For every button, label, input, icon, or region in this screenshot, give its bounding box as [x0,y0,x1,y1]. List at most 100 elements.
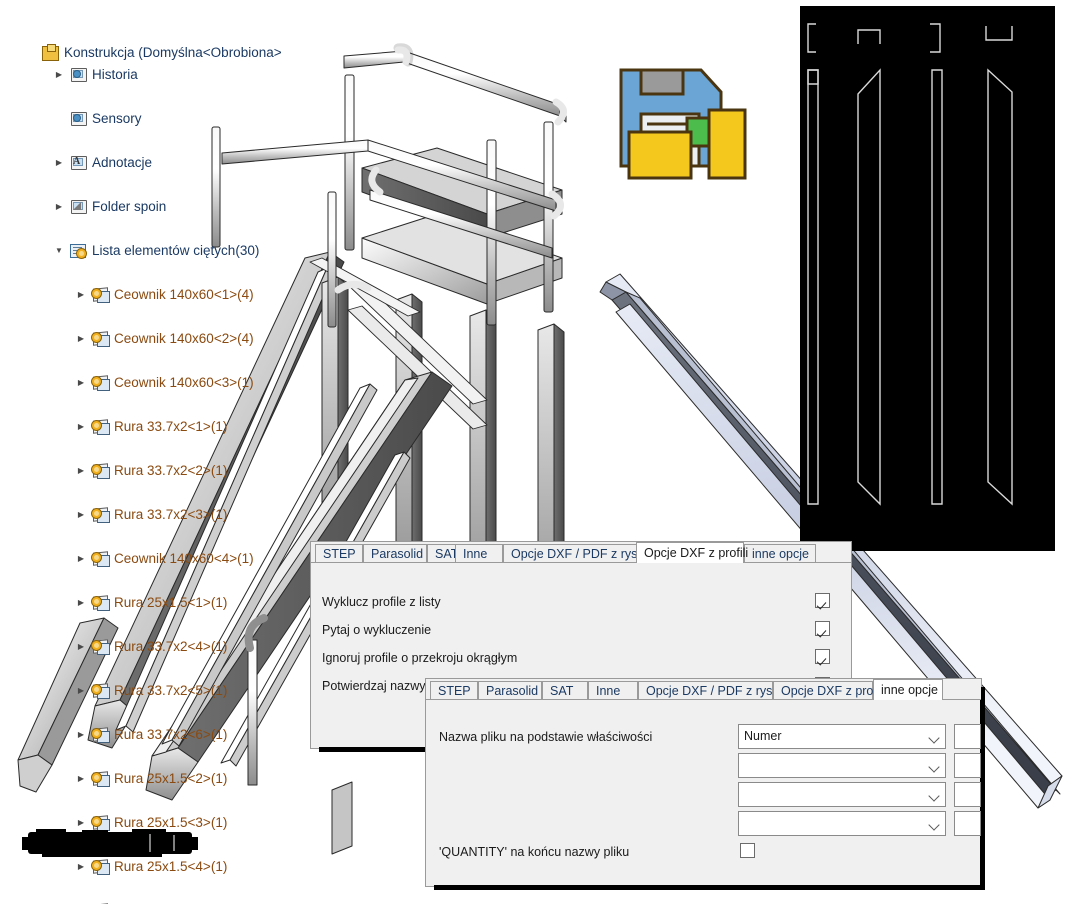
tab-step[interactable]: STEP [315,544,363,562]
tree-item-label: Rura 33.7x2<6>(1) [114,727,228,742]
tree-root-label: Konstrukcja (Domyślna<Obrobiona> [64,45,282,60]
chevron-right-icon[interactable]: ▶ [54,64,64,86]
tree-item[interactable]: ▶ A Adnotacje [40,152,340,174]
dialog2-body: Nazwa pliku na podstawie właściwości Num… [427,700,981,885]
dialog1-tabstrip[interactable]: STEP Parasolid SAT Inne Opcje DXF / PDF … [311,542,851,563]
tree-item[interactable]: ▶ Rura 33.7x2<1>(1) [40,416,340,438]
tree-item[interactable]: ▶ Rura 33.7x2<2>(1) [40,460,340,482]
cut-list-item-icon [92,594,110,611]
chevron-right-icon[interactable]: ▶ [76,768,86,790]
chevron-down-icon[interactable]: ▼ [54,240,64,262]
textbox-property-4[interactable] [954,811,981,836]
tree-item[interactable]: ▶ Rura 25x1.5<2>(1) [40,768,340,790]
dropdown-property-2[interactable] [738,753,946,778]
tab-inne[interactable]: Inne [455,544,503,562]
chevron-down-icon [928,761,940,773]
chevron-right-icon[interactable]: ▶ [76,504,86,526]
tab-dxf-from-profiles[interactable]: Opcje DXF z profili [636,542,748,563]
checkbox-ask-exclusion[interactable] [815,621,830,636]
chevron-right-icon[interactable]: ▶ [54,152,64,174]
chevron-right-icon[interactable]: ▶ [76,284,86,306]
history-folder-icon [70,66,87,83]
tree-item[interactable]: ▼ Lista elementów ciętych(30) [40,240,340,262]
tree-item-label: Rura 25x1.5<2>(1) [114,771,228,786]
tree-root[interactable]: Konstrukcja (Domyślna<Obrobiona> [40,42,340,64]
tree-item-label: Ceownik 140x60<3>(1) [114,375,254,390]
cut-list-item-icon [92,418,110,435]
dxf-preview-panel [800,6,1055,551]
chevron-right-icon[interactable]: ▶ [76,900,86,904]
chevron-right-icon[interactable]: ▶ [76,548,86,570]
tree-item-label: Rura 25x1.5<1>(1) [114,595,228,610]
tab2-sat[interactable]: SAT [542,681,588,699]
dropdown-property-1[interactable]: Numer [738,724,946,749]
cut-list-item-icon [92,682,110,699]
tab2-parasolid[interactable]: Parasolid [478,681,542,699]
tab2-dxf-from-profiles[interactable]: Opcje DXF z profili [773,681,885,699]
chevron-right-icon[interactable]: ▶ [76,328,86,350]
option-label-exclude-profiles: Wyklucz profile z listy [322,595,441,609]
tree-item[interactable]: Sensory [40,108,340,130]
chevron-right-icon[interactable]: ▶ [76,460,86,482]
tree-item-label: Historia [92,67,138,82]
cut-list-item-icon [92,374,110,391]
chevron-right-icon[interactable]: ▶ [76,592,86,614]
platform-rail-band [361,213,563,305]
textbox-property-3[interactable] [954,782,981,807]
chevron-right-icon[interactable]: ▶ [76,636,86,658]
dropdown-property-4[interactable] [738,811,946,836]
tree-item[interactable]: ▶ Folder spoin [40,196,340,218]
cut-list-item-icon [92,726,110,743]
textbox-property-1[interactable] [954,724,981,749]
cut-list-item-icon [92,286,110,303]
tree-item[interactable]: ▶ Rura 25x1.5<1>(1) [40,592,340,614]
tab2-inne[interactable]: Inne [588,681,638,699]
tab2-other-options[interactable]: inne opcje [873,679,943,700]
checkbox-ignore-round[interactable] [815,649,830,664]
tree-item-label: Rura 33.7x2<2>(1) [114,463,228,478]
tree-item[interactable]: ▶ Rura 25x1.5<5>(2) [40,900,340,904]
tree-item[interactable]: ▶ Ceownik 140x60<2>(4) [40,328,340,350]
tree-item[interactable]: ▶ Ceownik 140x60<1>(4) [40,284,340,306]
chevron-right-icon[interactable]: ▶ [76,724,86,746]
tree-item-label: Lista elementów ciętych(30) [92,243,260,258]
tree-item-label: Adnotacje [92,155,153,170]
tree-item[interactable]: ▶ Rura 33.7x2<5>(1) [40,680,340,702]
checkbox-quantity-suffix[interactable] [740,843,755,858]
save-floppy-icon[interactable] [617,66,749,181]
chevron-right-icon[interactable]: ▶ [54,196,64,218]
option-label-ask-exclusion: Pytaj o wykluczenie [322,623,432,637]
tree-item-label: Rura 33.7x2<3>(1) [114,507,228,522]
tree-item[interactable]: ▶ Historia [40,64,340,86]
dropdown-property-3[interactable] [738,782,946,807]
chevron-right-icon[interactable]: ▶ [76,680,86,702]
tree-item-label: Ceownik 140x60<2>(4) [114,331,254,346]
tree-item-label: Ceownik 140x60<1>(4) [114,287,254,302]
option-label-ignore-round: Ignoruj profile o przekroju okrągłym [322,651,518,665]
tab-other-options[interactable]: inne opcje [744,544,816,562]
tree-item-label: Rura 25x1.5<5>(2) [114,900,227,904]
tree-rows[interactable]: ▶ Historia Sensory ▶ A Adnotacje ▶ Folder spoin… [40,64,340,904]
tab-parasolid[interactable]: Parasolid [363,544,427,562]
cut-list-item-icon [92,770,110,787]
dialog2-tabstrip[interactable]: STEP Parasolid SAT Inne Opcje DXF / PDF … [426,679,981,700]
dialog-other-options[interactable]: STEP Parasolid SAT Inne Opcje DXF / PDF … [425,678,985,890]
tree-item[interactable]: ▶ Rura 33.7x2<4>(1) [40,636,340,658]
tree-item[interactable]: ▶ Ceownik 140x60<3>(1) [40,372,340,394]
tree-item[interactable]: ▶ Ceownik 140x60<4>(1) [40,548,340,570]
tree-item[interactable]: ▶ Rura 33.7x2<6>(1) [40,724,340,746]
chevron-down-icon [928,819,940,831]
tree-item[interactable]: ▶ Rura 33.7x2<3>(1) [40,504,340,526]
textbox-property-2[interactable] [954,753,981,778]
tree-item-label: Rura 33.7x2<5>(1) [114,683,228,698]
tree-item-label: Rura 33.7x2<4>(1) [114,639,228,654]
cut-list-item-icon [92,550,110,567]
tab2-dxf-pdf-drawing[interactable]: Opcje DXF / PDF z rysunku [638,681,800,699]
chevron-right-icon[interactable]: ▶ [76,372,86,394]
cut-list-item-icon [92,638,110,655]
tab2-step[interactable]: STEP [430,681,478,699]
tree-item-label: Sensory [92,111,142,126]
checkbox-exclude-profiles[interactable] [815,593,830,608]
chevron-right-icon[interactable]: ▶ [76,416,86,438]
feature-tree[interactable]: Konstrukcja (Domyślna<Obrobiona> ▶ Histor… [40,42,340,904]
